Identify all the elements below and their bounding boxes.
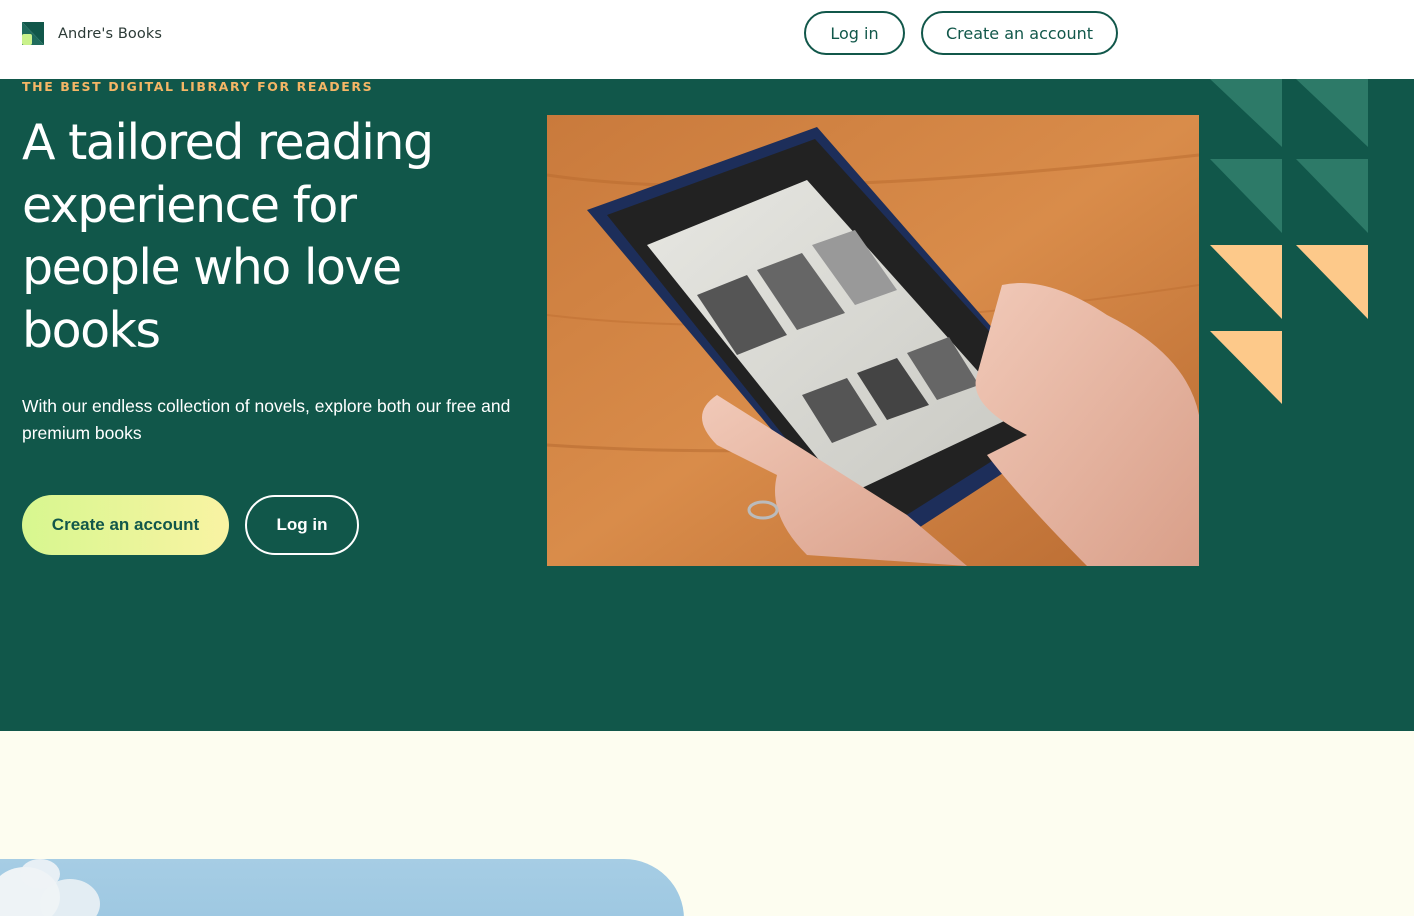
nav-create-account-button[interactable]: Create an account [921, 11, 1118, 55]
brand-link[interactable]: Andre's Books [22, 22, 162, 45]
lower-section [0, 731, 1414, 916]
brand-name: Andre's Books [58, 25, 162, 42]
hero-create-account-button[interactable]: Create an account [22, 495, 229, 555]
hero-image [547, 115, 1199, 566]
triangle-logo-icon [22, 22, 44, 45]
hero-section: THE BEST DIGITAL LIBRARY FOR READERS A t… [0, 79, 1414, 731]
hero-login-button[interactable]: Log in [245, 495, 359, 555]
sky-image [0, 859, 684, 916]
top-nav: Andre's Books Log in Create an account [0, 0, 1414, 79]
hero-eyebrow: THE BEST DIGITAL LIBRARY FOR READERS [22, 79, 374, 94]
nav-login-button[interactable]: Log in [804, 11, 905, 55]
hero-headline: A tailored reading experience for people… [22, 114, 434, 359]
hero-subtext: With our endless collection of novels, e… [22, 396, 511, 443]
